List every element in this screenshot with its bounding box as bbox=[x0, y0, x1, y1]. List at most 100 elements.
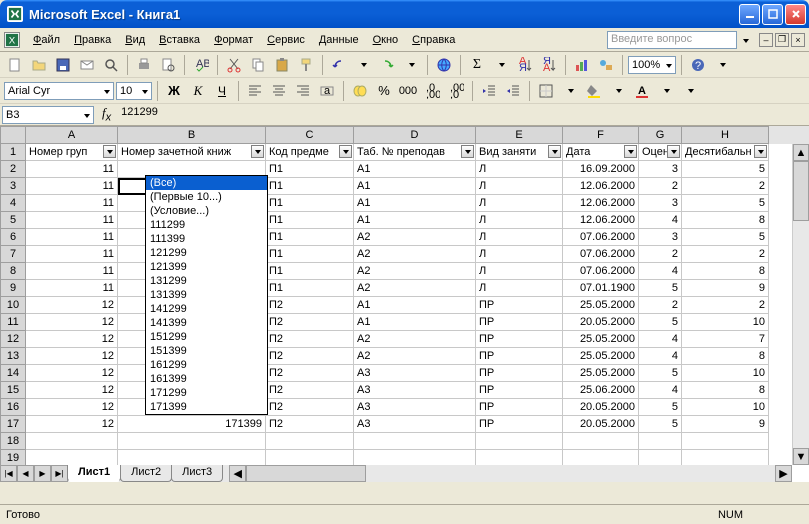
cell[interactable]: 25.05.2000 bbox=[563, 348, 639, 365]
vscroll-thumb[interactable] bbox=[793, 161, 809, 221]
row-header[interactable]: 14 bbox=[0, 365, 26, 382]
cell[interactable]: 4 bbox=[639, 331, 682, 348]
cell[interactable]: 10 bbox=[682, 314, 769, 331]
cell[interactable]: П1 bbox=[266, 246, 354, 263]
row-header[interactable]: 8 bbox=[0, 263, 26, 280]
menu-tools[interactable]: Сервис bbox=[260, 32, 312, 48]
vertical-scrollbar[interactable]: ▲ ▼ bbox=[792, 144, 809, 465]
header-cell-B[interactable]: Номер зачетной книж bbox=[118, 144, 266, 161]
autofilter-dropdown[interactable]: (Все)(Первые 10...)(Условие...)111299111… bbox=[145, 175, 268, 415]
cell[interactable]: 2 bbox=[682, 297, 769, 314]
row-header[interactable]: 5 bbox=[0, 212, 26, 229]
row-header[interactable]: 3 bbox=[0, 178, 26, 195]
bold-button[interactable]: Ж bbox=[163, 80, 185, 102]
row-header[interactable]: 18 bbox=[0, 433, 26, 450]
select-all-corner[interactable] bbox=[0, 126, 26, 144]
cell[interactable]: 07.06.2000 bbox=[563, 229, 639, 246]
currency-button[interactable] bbox=[349, 80, 371, 102]
filter-option[interactable]: 151399 bbox=[146, 344, 267, 358]
cell[interactable]: 5 bbox=[639, 280, 682, 297]
cell[interactable]: А3 bbox=[354, 416, 476, 433]
cell[interactable]: П1 bbox=[266, 212, 354, 229]
cell[interactable]: А2 bbox=[354, 331, 476, 348]
cell[interactable]: А3 bbox=[354, 399, 476, 416]
cell[interactable]: ПР bbox=[476, 314, 563, 331]
cell[interactable]: 4 bbox=[639, 382, 682, 399]
cell[interactable]: 5 bbox=[639, 399, 682, 416]
name-box[interactable]: B3 bbox=[2, 106, 94, 124]
cell[interactable]: П2 bbox=[266, 399, 354, 416]
cell[interactable]: 5 bbox=[682, 161, 769, 178]
cell[interactable]: П2 bbox=[266, 314, 354, 331]
align-center-button[interactable] bbox=[268, 80, 290, 102]
cell[interactable]: 12 bbox=[26, 297, 118, 314]
cut-button[interactable] bbox=[223, 54, 245, 76]
cell[interactable]: 12.06.2000 bbox=[563, 195, 639, 212]
cell[interactable]: 5 bbox=[639, 416, 682, 433]
cell[interactable]: 10 bbox=[682, 399, 769, 416]
filter-option[interactable]: 121299 bbox=[146, 246, 267, 260]
cell[interactable]: ПР bbox=[476, 382, 563, 399]
cell[interactable]: 25.05.2000 bbox=[563, 331, 639, 348]
help-dropdown[interactable] bbox=[737, 34, 753, 46]
cell[interactable]: 2 bbox=[682, 178, 769, 195]
cell[interactable]: А2 bbox=[354, 263, 476, 280]
underline-button[interactable]: Ч bbox=[211, 80, 233, 102]
cell[interactable]: 2 bbox=[682, 246, 769, 263]
row-header[interactable]: 6 bbox=[0, 229, 26, 246]
filter-option[interactable]: 131399 bbox=[146, 288, 267, 302]
filter-option[interactable]: (Первые 10...) bbox=[146, 190, 267, 204]
scroll-right-button[interactable]: ▶ bbox=[775, 465, 792, 482]
percent-button[interactable]: % bbox=[373, 80, 395, 102]
cell[interactable]: 12.06.2000 bbox=[563, 212, 639, 229]
cell[interactable]: ПР bbox=[476, 331, 563, 348]
cell[interactable]: Л bbox=[476, 246, 563, 263]
column-header-A[interactable]: A bbox=[26, 126, 118, 144]
font-size-combobox[interactable]: 10 bbox=[116, 82, 152, 100]
cell[interactable]: П2 bbox=[266, 416, 354, 433]
cell[interactable]: 11 bbox=[26, 178, 118, 195]
cell[interactable]: ПР bbox=[476, 348, 563, 365]
menu-format[interactable]: Формат bbox=[207, 32, 260, 48]
filter-button-G[interactable] bbox=[667, 145, 680, 158]
header-cell-H[interactable]: Десятибальн bbox=[682, 144, 769, 161]
cell[interactable]: 11 bbox=[26, 280, 118, 297]
borders-button[interactable] bbox=[535, 80, 557, 102]
filter-option[interactable]: (Все) bbox=[146, 176, 267, 190]
cell[interactable]: 2 bbox=[639, 246, 682, 263]
cell[interactable]: 2 bbox=[639, 178, 682, 195]
header-cell-G[interactable]: Оцен bbox=[639, 144, 682, 161]
header-cell-D[interactable]: Таб. № преподав bbox=[354, 144, 476, 161]
filter-option[interactable]: 161299 bbox=[146, 358, 267, 372]
cell[interactable]: Л bbox=[476, 178, 563, 195]
cell[interactable] bbox=[682, 450, 769, 465]
cell[interactable]: 11 bbox=[26, 161, 118, 178]
sort-asc-button[interactable]: АЯ bbox=[514, 54, 536, 76]
sheet-tab[interactable]: Лист2 bbox=[120, 465, 172, 482]
header-cell-A[interactable]: Номер груп bbox=[26, 144, 118, 161]
cell[interactable]: 12 bbox=[26, 365, 118, 382]
header-cell-F[interactable]: Дата bbox=[563, 144, 639, 161]
cell[interactable]: ПР bbox=[476, 399, 563, 416]
font-name-combobox[interactable]: Arial Cyr bbox=[4, 82, 114, 100]
cell[interactable]: Л bbox=[476, 212, 563, 229]
drawing-button[interactable] bbox=[595, 54, 617, 76]
cell[interactable]: П2 bbox=[266, 365, 354, 382]
cell[interactable]: 5 bbox=[639, 314, 682, 331]
cell[interactable]: 3 bbox=[639, 229, 682, 246]
spelling-button[interactable]: ABC bbox=[190, 54, 212, 76]
formula-input[interactable]: 121299 bbox=[117, 106, 809, 124]
cell[interactable]: А1 bbox=[354, 314, 476, 331]
cell[interactable]: 8 bbox=[682, 263, 769, 280]
format-painter-button[interactable] bbox=[295, 54, 317, 76]
decrease-decimal-button[interactable]: ,00,0 bbox=[445, 80, 467, 102]
print-preview-button[interactable] bbox=[157, 54, 179, 76]
increase-decimal-button[interactable]: ,0,00 bbox=[421, 80, 443, 102]
cell[interactable]: А3 bbox=[354, 365, 476, 382]
comma-button[interactable]: 000 bbox=[397, 80, 419, 102]
column-header-E[interactable]: E bbox=[476, 126, 563, 144]
cell[interactable]: 07.06.2000 bbox=[563, 246, 639, 263]
filter-option[interactable]: (Условие...) bbox=[146, 204, 267, 218]
cell[interactable]: 11 bbox=[26, 263, 118, 280]
cell[interactable]: Л bbox=[476, 280, 563, 297]
